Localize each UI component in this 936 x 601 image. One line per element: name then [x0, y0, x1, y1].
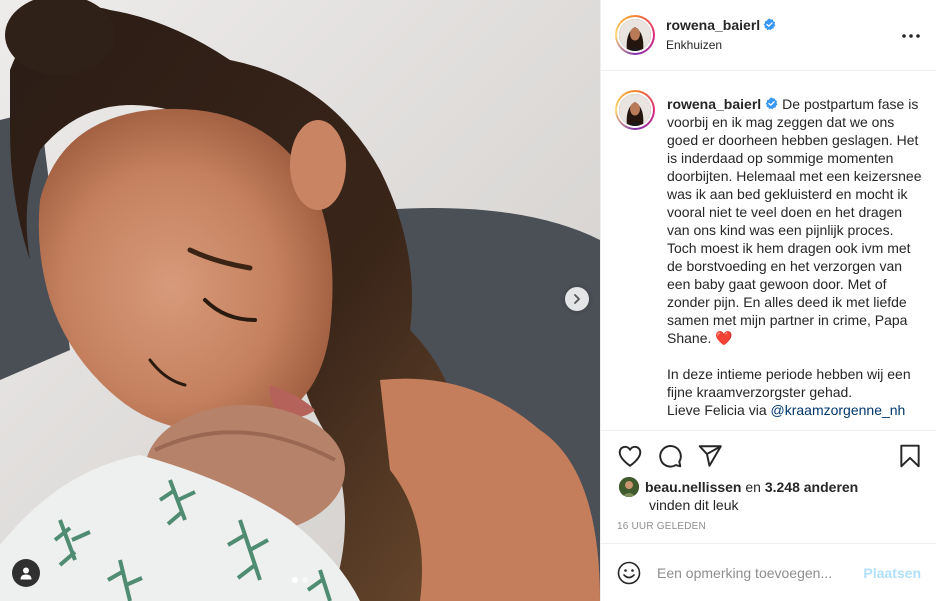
caption-text-2: In deze intieme periode hebben wij een f… — [667, 366, 915, 400]
likes-suffix: vinden dit leuk — [649, 497, 739, 513]
carousel-indicator — [0, 577, 600, 583]
post-header: rowena_baierl Enkhuizen — [601, 0, 936, 71]
more-icon — [902, 34, 920, 38]
caption-username[interactable]: rowena_baierl — [667, 96, 761, 112]
add-comment-form: Plaatsen — [601, 543, 936, 601]
caption-mention-link[interactable]: @kraamzorgenne_nh — [771, 402, 906, 418]
likes-line: beau.nellissen en 3.248 anderen — [645, 478, 858, 496]
more-options-button[interactable] — [899, 26, 923, 46]
avatar[interactable] — [615, 15, 655, 55]
likes-connector: en — [745, 479, 761, 495]
post-timestamp[interactable]: 16 UUR GELEDEN — [617, 521, 706, 532]
others-likes-link[interactable]: 3.248 anderen — [765, 479, 858, 495]
emoji-button[interactable] — [617, 561, 641, 585]
verified-icon — [763, 18, 776, 31]
comment-icon — [659, 445, 682, 468]
carousel-dot-active — [292, 577, 298, 583]
like-button[interactable] — [617, 443, 643, 469]
carousel-dot — [302, 577, 308, 583]
caption-avatar[interactable] — [615, 90, 655, 130]
post-image — [0, 0, 600, 601]
post-sidebar: rowena_baierl Enkhuizen rowena_baierl De … — [600, 0, 936, 601]
save-button[interactable] — [897, 443, 923, 469]
username-link[interactable]: rowena_baierl — [666, 17, 760, 33]
share-icon — [698, 445, 722, 467]
caption-text-3: Lieve Felicia via — [667, 402, 771, 418]
comments-area[interactable]: rowena_baierl De postpartum fase is voorb… — [601, 72, 936, 430]
comment-button[interactable] — [657, 443, 683, 469]
comment-input[interactable] — [657, 560, 847, 586]
header-username-line: rowena_baierl — [666, 17, 776, 33]
post-photo[interactable] — [0, 0, 600, 601]
emoji-icon — [617, 561, 641, 585]
post-actions — [601, 430, 936, 480]
bookmark-icon — [900, 444, 920, 468]
liker-username-link[interactable]: beau.nellissen — [645, 479, 741, 495]
share-button[interactable] — [697, 443, 723, 469]
carousel-next-button[interactable] — [565, 287, 589, 311]
location-link[interactable]: Enkhuizen — [666, 38, 722, 52]
post-caption: rowena_baierl De postpartum fase is voorb… — [667, 95, 925, 419]
caption-text: De postpartum fase is voorbij en ik mag … — [667, 96, 926, 346]
post-comment-button[interactable]: Plaatsen — [863, 565, 921, 581]
chevron-right-icon — [574, 294, 580, 304]
verified-icon — [765, 97, 778, 110]
heart-icon — [618, 445, 642, 467]
liker-avatar[interactable] — [619, 477, 639, 497]
